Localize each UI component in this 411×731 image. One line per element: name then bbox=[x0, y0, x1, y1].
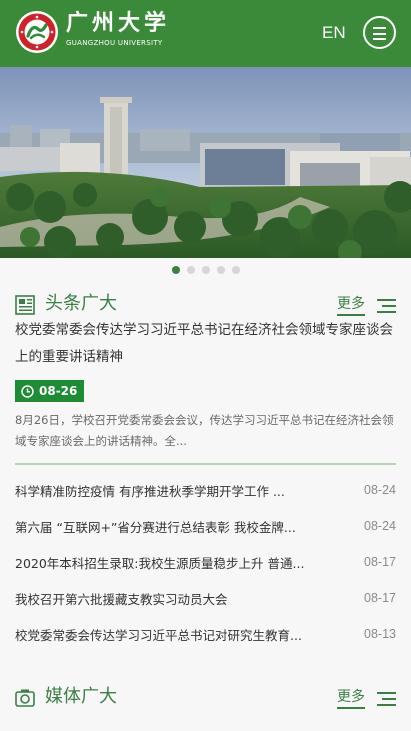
newspaper-icon bbox=[15, 295, 35, 315]
list-item[interactable]: 科学精准防控疫情 有序推进秋季学期开学工作 ... 08-24 bbox=[15, 472, 396, 508]
top-story-summary: 8月26日，学校召开党委常委会会议，传达学习习近平总书记在经济社会领域专家座谈会… bbox=[15, 413, 394, 448]
news-title: 科学精准防控疫情 有序推进秋季学期开学工作 ... bbox=[15, 483, 285, 499]
news-date: 08-17 bbox=[364, 555, 396, 569]
menu-button[interactable] bbox=[363, 16, 396, 49]
camera-icon bbox=[15, 689, 35, 707]
carousel-dot[interactable] bbox=[171, 266, 180, 274]
news-title: 第六届 “互联网+”省分赛进行总结表彰 我校金牌... bbox=[15, 519, 296, 535]
university-name-en: GUANGZHOU UNIVERSITY bbox=[66, 39, 163, 47]
top-story-date: 08-26 bbox=[39, 384, 78, 398]
list-item[interactable]: 校党委常委会传达学习习近平总书记对研究生教育... 08-13 bbox=[15, 616, 396, 652]
news-date: 08-24 bbox=[364, 519, 396, 533]
clock-icon bbox=[21, 384, 34, 398]
news-date: 08-24 bbox=[364, 483, 396, 497]
campus-aerial-photo bbox=[0, 67, 411, 258]
top-story-title[interactable]: 校党委常委会传达学习习近平总书记在经济社会领域专家座谈会上的重要讲话精神 bbox=[15, 317, 396, 371]
divider bbox=[15, 463, 396, 465]
section-title: 头条广大 bbox=[45, 293, 117, 314]
list-item[interactable]: 2020年本科招生录取:我校生源质量稳步上升 普通... 08-17 bbox=[15, 544, 396, 580]
media-header: 媒体广大 更多 bbox=[15, 686, 396, 713]
news-title: 校党委常委会传达学习习近平总书记对研究生教育... bbox=[15, 627, 302, 643]
top-story-date-badge: 08-26 bbox=[15, 380, 84, 402]
more-button[interactable]: 更多 bbox=[337, 296, 396, 316]
more-button[interactable]: 更多 bbox=[337, 689, 396, 709]
news-title: 2020年本科招生录取:我校生源质量稳步上升 普通... bbox=[15, 555, 305, 571]
list-item[interactable]: 第六届 “互联网+”省分赛进行总结表彰 我校金牌... 08-24 bbox=[15, 508, 396, 544]
section-title: 媒体广大 bbox=[45, 686, 117, 707]
news-title: 我校召开第六批援藏支教实习动员大会 bbox=[15, 591, 228, 607]
carousel-dot[interactable] bbox=[216, 266, 225, 274]
news-list: 科学精准防控疫情 有序推进秋季学期开学工作 ... 08-24 第六届 “互联网… bbox=[15, 472, 396, 652]
news-date: 08-17 bbox=[364, 591, 396, 605]
banner-carousel[interactable] bbox=[0, 67, 411, 258]
list-lines-icon bbox=[377, 298, 396, 314]
carousel-dot[interactable] bbox=[201, 266, 210, 274]
university-name-cn: 广州大学 bbox=[66, 10, 171, 36]
carousel-dot[interactable] bbox=[231, 266, 240, 274]
carousel-indicators bbox=[0, 258, 411, 282]
hamburger-menu-icon bbox=[373, 27, 386, 29]
more-label: 更多 bbox=[337, 689, 365, 709]
top-header: 广州大学 GUANGZHOU UNIVERSITY EN bbox=[0, 0, 411, 67]
list-item[interactable]: 我校召开第六批援藏支教实习动员大会 08-17 bbox=[15, 580, 396, 616]
university-emblem-icon[interactable] bbox=[15, 10, 59, 54]
more-label: 更多 bbox=[337, 296, 365, 316]
media-section: 媒体广大 更多 bbox=[0, 665, 411, 731]
language-switch-button[interactable]: EN bbox=[322, 21, 346, 45]
news-date: 08-13 bbox=[364, 627, 396, 641]
carousel-dot[interactable] bbox=[186, 266, 195, 274]
list-lines-icon bbox=[377, 691, 396, 707]
